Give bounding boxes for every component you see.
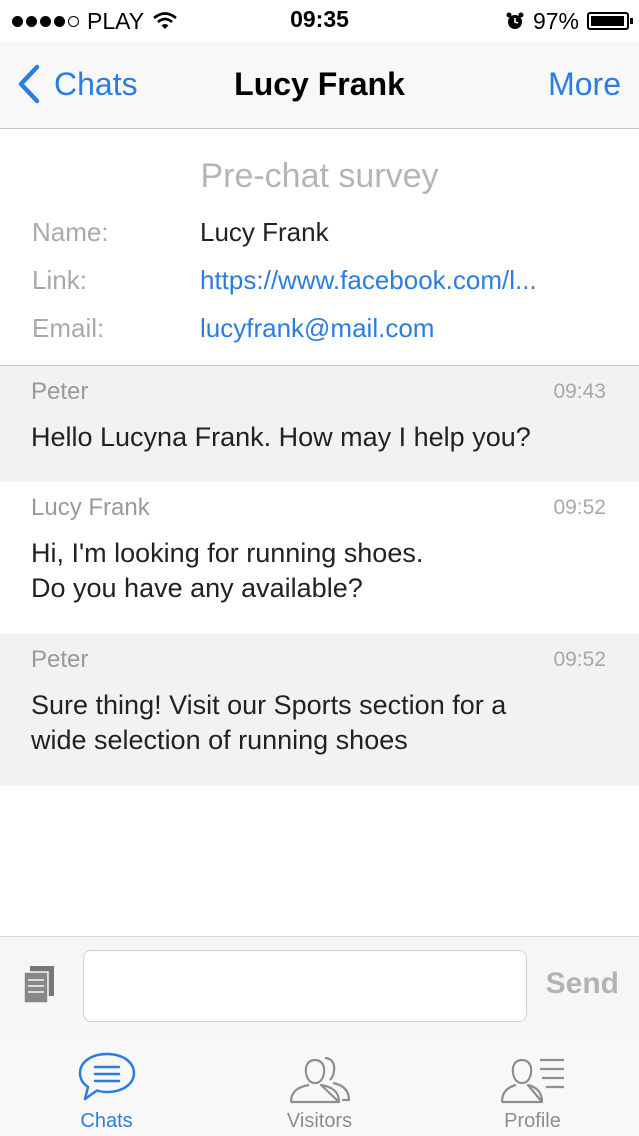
more-button[interactable]: More [548, 66, 621, 103]
survey-row-name: Name: Lucy Frank [32, 217, 612, 257]
tab-profile[interactable]: Profile [426, 1038, 639, 1136]
tab-chats[interactable]: Chats [0, 1038, 213, 1136]
profile-icon [500, 1058, 564, 1104]
nav-bar: Chats Lucy Frank More [0, 42, 639, 129]
alarm-icon [506, 12, 524, 29]
message-input[interactable] [83, 950, 527, 1022]
message-time: 09:43 [553, 380, 606, 403]
message-text: Hi, I'm looking for running shoes. Do yo… [31, 538, 424, 603]
message-author: Lucy Frank [31, 494, 150, 521]
survey-email-value[interactable]: lucyfrank@mail.com [200, 313, 600, 344]
tab-label: Visitors [286, 1110, 353, 1132]
survey-link-value[interactable]: https://www.facebook.com/l... [200, 265, 600, 296]
tab-bar: Chats Visitors Profile [0, 1038, 639, 1136]
battery-percentage: 97% [532, 7, 579, 34]
survey-label: Email: [32, 313, 105, 343]
message-time: 09:52 [553, 496, 606, 519]
message-time: 09:52 [553, 648, 606, 671]
status-bar: PLAY 09:35 97% [0, 0, 639, 42]
survey-title: Pre-chat survey [200, 157, 439, 195]
message-text: Sure thing! Visit our Sports section for… [31, 690, 507, 755]
status-right: 97% [505, 6, 633, 36]
survey-row-link: Link: https://www.facebook.com/l... [32, 265, 612, 305]
message-author: Peter [31, 646, 89, 673]
message-composer: Send [0, 936, 639, 1039]
chat-bubble-icon [78, 1052, 135, 1101]
tab-label: Profile [504, 1110, 561, 1132]
page-title: Lucy Frank [234, 66, 405, 102]
tab-label: Chats [80, 1110, 133, 1132]
canned-responses-icon[interactable] [22, 965, 56, 1005]
tab-visitors[interactable]: Visitors [213, 1038, 426, 1136]
message-text: Hello Lucyna Frank. How may I help you? [31, 422, 531, 452]
message-item: Peter 09:52 Sure thing! Visit our Sports… [0, 634, 639, 786]
battery-icon [587, 12, 633, 30]
survey-value-name: Lucy Frank [200, 217, 329, 247]
visitors-icon [289, 1056, 350, 1104]
send-button[interactable]: Send [546, 967, 619, 1001]
message-item: Lucy Frank 09:52 Hi, I'm looking for run… [0, 482, 639, 634]
message-author: Peter [31, 378, 89, 405]
message-item: Peter 09:43 Hello Lucyna Frank. How may … [0, 366, 639, 482]
survey-row-email: Email: lucyfrank@mail.com [32, 313, 612, 353]
pre-chat-survey: Pre-chat survey Name: Lucy Frank Link: h… [0, 129, 639, 366]
survey-label: Link: [32, 265, 87, 295]
survey-label: Name: [32, 217, 109, 247]
